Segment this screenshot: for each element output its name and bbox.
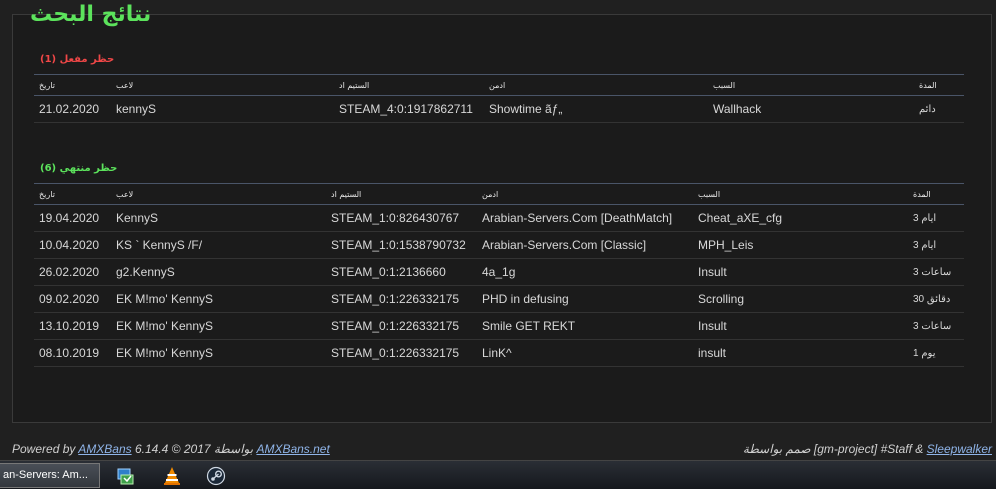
cell-player: KennyS (111, 204, 326, 232)
cell-admin: PHD in defusing (477, 285, 693, 313)
col-date-header[interactable]: تاريخ (34, 183, 111, 205)
steam-icon[interactable] (206, 466, 226, 486)
cell-date: 21.02.2020 (34, 95, 111, 123)
active-bans-title: حظر مفعل (1) (40, 54, 115, 65)
amxbans-link[interactable]: AMXBans (78, 442, 131, 456)
cell-duration: دائم (914, 95, 964, 123)
cell-steamid: STEAM_1:0:826430767 (326, 204, 477, 232)
table-header-row: تاريخ لاعب الستيم اد ادمن السبب المدة (34, 74, 964, 96)
active-bans-table: تاريخ لاعب الستيم اد ادمن السبب المدة 21… (34, 74, 964, 123)
cell-duration: يوم 1 (908, 339, 964, 367)
col-duration-header[interactable]: المدة (914, 74, 964, 96)
table-header-row: تاريخ لاعب الستيم اد ادمن السبب المدة (34, 183, 964, 205)
cell-duration: ساعات 3 (908, 312, 964, 340)
col-date-header[interactable]: تاريخ (34, 74, 111, 96)
cell-date: 26.02.2020 (34, 258, 111, 286)
cell-steamid: STEAM_0:1:226332175 (326, 312, 477, 340)
amxbans-site-link[interactable]: AMXBans.net (256, 442, 329, 456)
cell-player: EK M!mo' KennyS (111, 285, 326, 313)
designed-by-text: صمم بواسطة [gm-project] #Staff & (742, 442, 924, 456)
vlc-icon[interactable] (162, 466, 182, 486)
powered-by-text: Powered by (12, 442, 76, 456)
cell-player: EK M!mo' KennyS (111, 339, 326, 367)
table-row[interactable]: 13.10.2019 EK M!mo' KennyS STEAM_0:1:226… (34, 312, 964, 340)
expired-bans-table: تاريخ لاعب الستيم اد ادمن السبب المدة 19… (34, 183, 964, 367)
cell-steamid: STEAM_0:1:2136660 (326, 258, 477, 286)
cell-reason: Insult (693, 258, 908, 286)
footer-designer: صمم بواسطة [gm-project] #Staff & Sleepwa… (743, 442, 992, 456)
cell-player: EK M!mo' KennyS (111, 312, 326, 340)
cell-duration: ايام 3 (908, 204, 964, 232)
cell-admin: Showtime ãƒ„ (484, 95, 708, 123)
table-row[interactable]: 19.04.2020 KennyS STEAM_1:0:826430767 Ar… (34, 204, 964, 232)
footer-credits: Powered by AMXBans 6.14.4 © 2017 بواسطة … (12, 442, 330, 456)
cell-reason: Scrolling (693, 285, 908, 313)
table-row[interactable]: 09.02.2020 EK M!mo' KennyS STEAM_0:1:226… (34, 285, 964, 313)
taskbar-window-button[interactable]: an-Servers: Am... (0, 463, 100, 488)
cell-date: 10.04.2020 (34, 231, 111, 259)
page-title: نتائج البحث (30, 2, 152, 27)
cell-admin: Arabian-Servers.Com [Classic] (477, 231, 693, 259)
designer-link[interactable]: Sleepwalker (927, 442, 992, 456)
cell-duration: ايام 3 (908, 231, 964, 259)
cell-date: 09.02.2020 (34, 285, 111, 313)
cell-admin: LinK^ (477, 339, 693, 367)
cell-reason: insult (693, 339, 908, 367)
cell-player: g2.KennyS (111, 258, 326, 286)
network-folder-icon[interactable] (116, 466, 136, 486)
col-admin-header[interactable]: ادمن (477, 183, 693, 205)
cell-date: 19.04.2020 (34, 204, 111, 232)
cell-steamid: STEAM_1:0:1538790732 (326, 231, 477, 259)
cell-date: 13.10.2019 (34, 312, 111, 340)
cell-steamid: STEAM_0:1:226332175 (326, 285, 477, 313)
col-steamid-header[interactable]: الستيم اد (334, 74, 484, 96)
cell-player: kennyS (111, 95, 334, 123)
version-text: 6.14.4 © 2017 بواسطة (134, 442, 254, 456)
cell-admin: 4a_1g (477, 258, 693, 286)
cell-reason: MPH_Leis (693, 231, 908, 259)
table-row[interactable]: 21.02.2020 kennyS STEAM_4:0:1917862711 S… (34, 95, 964, 123)
col-player-header[interactable]: لاعب (111, 74, 334, 96)
cell-reason: Wallhack (708, 95, 914, 123)
col-reason-header[interactable]: السبب (693, 183, 908, 205)
table-row[interactable]: 26.02.2020 g2.KennyS STEAM_0:1:2136660 4… (34, 258, 964, 286)
expired-bans-title: حظر منتهي (6) (40, 163, 118, 174)
cell-reason: Insult (693, 312, 908, 340)
table-row[interactable]: 10.04.2020 KS ` KennyS /F/ STEAM_1:0:153… (34, 231, 964, 259)
cell-steamid: STEAM_4:0:1917862711 (334, 95, 484, 123)
cell-steamid: STEAM_0:1:226332175 (326, 339, 477, 367)
cell-date: 08.10.2019 (34, 339, 111, 367)
cell-duration: دقائق 30 (908, 285, 964, 313)
col-admin-header[interactable]: ادمن (484, 74, 708, 96)
col-reason-header[interactable]: السبب (708, 74, 914, 96)
col-player-header[interactable]: لاعب (111, 183, 326, 205)
cell-reason: Cheat_aXE_cfg (693, 204, 908, 232)
col-duration-header[interactable]: المدة (908, 183, 964, 205)
cell-duration: ساعات 3 (908, 258, 964, 286)
cell-player: KS ` KennyS /F/ (111, 231, 326, 259)
col-steamid-header[interactable]: الستيم اد (326, 183, 477, 205)
table-row[interactable]: 08.10.2019 EK M!mo' KennyS STEAM_0:1:226… (34, 339, 964, 367)
cell-admin: Smile GET REKT (477, 312, 693, 340)
cell-admin: Arabian-Servers.Com [DeathMatch] (477, 204, 693, 232)
taskbar: an-Servers: Am... (0, 460, 996, 489)
